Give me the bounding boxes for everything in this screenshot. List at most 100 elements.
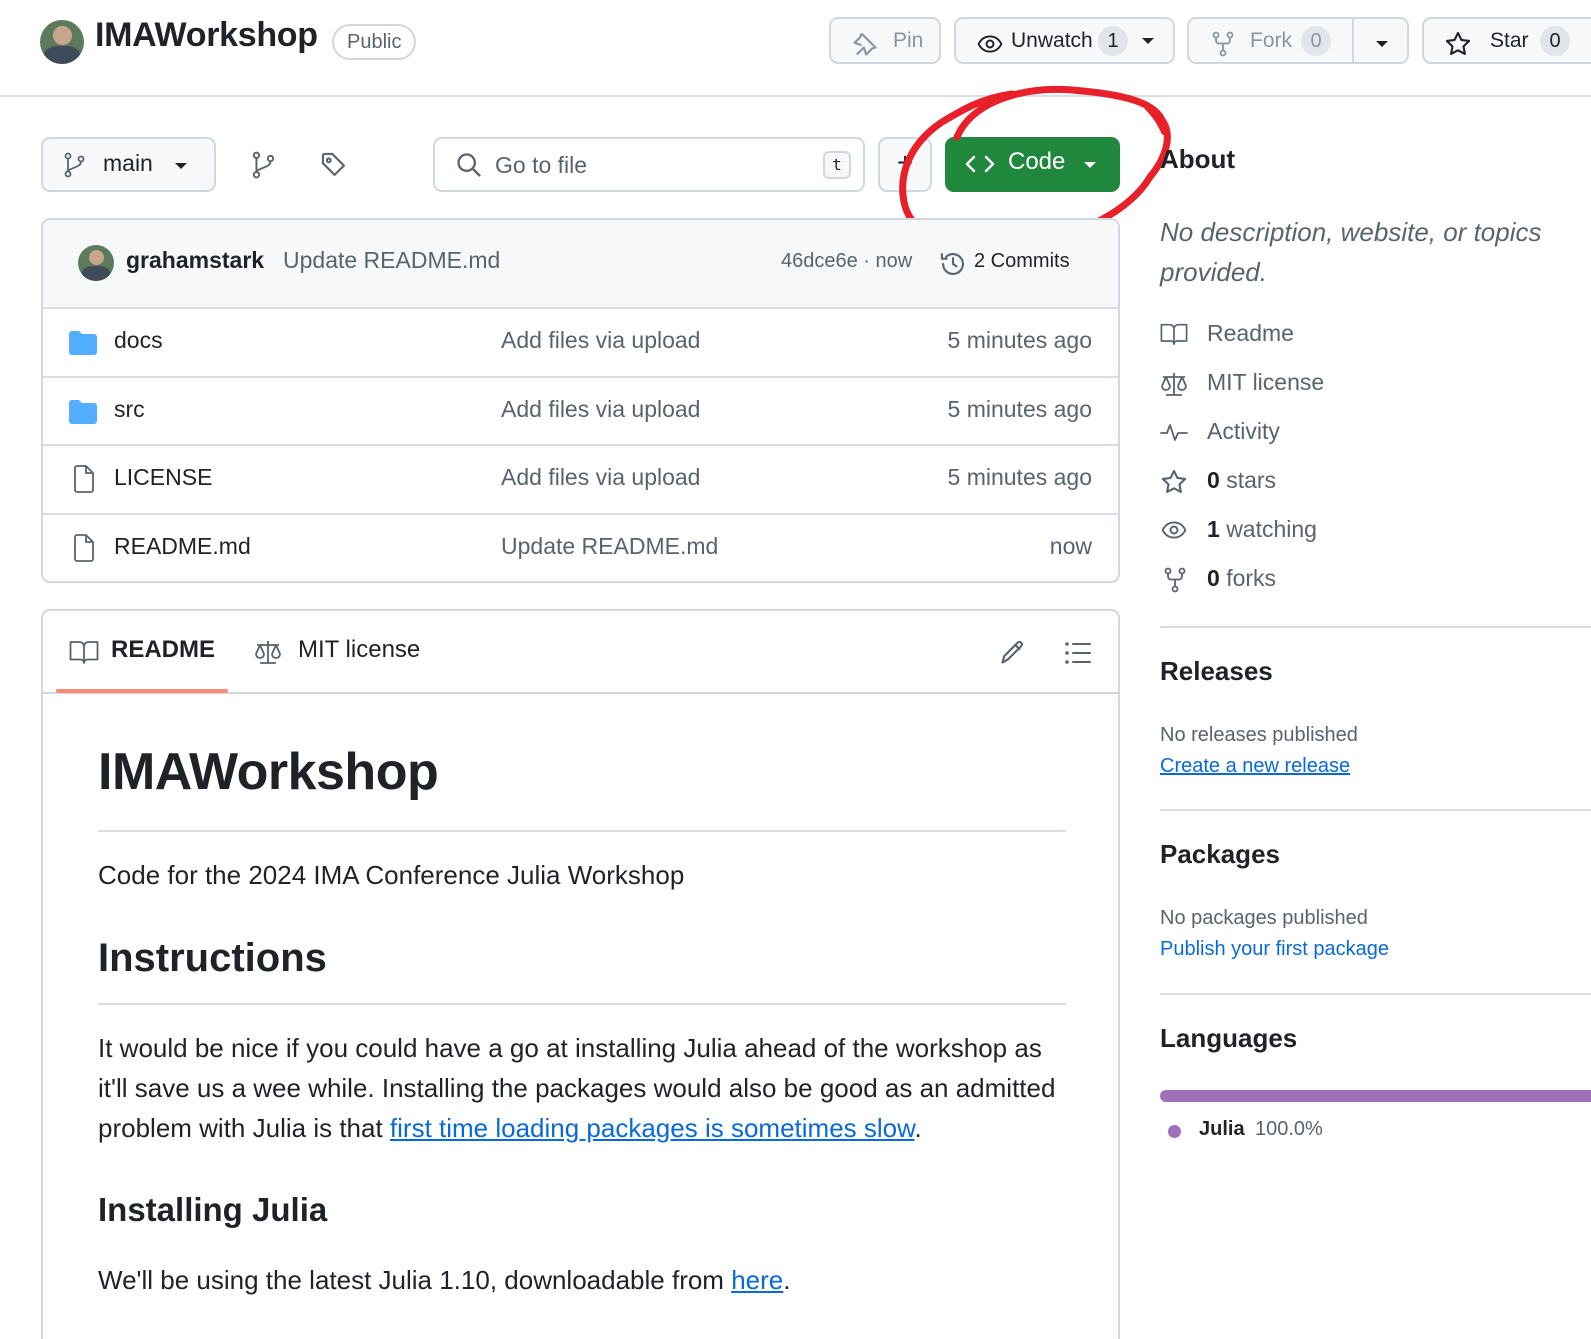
readme-tabs: README MIT license [43, 611, 1118, 694]
code-button[interactable]: Code [945, 137, 1120, 192]
outline-list-icon[interactable] [1064, 640, 1092, 666]
tab-license[interactable]: MIT license [298, 636, 420, 664]
watch-count: 1 [1098, 26, 1128, 56]
tag-icon[interactable] [320, 151, 348, 179]
language-percent: 100.0% [1255, 1118, 1323, 1140]
fork-label: Fork [1250, 29, 1292, 52]
chevron-down-icon [1084, 162, 1096, 168]
stars-count: 0 [1207, 467, 1220, 493]
file-commit-message[interactable]: Add files via upload [501, 327, 700, 354]
pin-button[interactable]: Pin [829, 17, 941, 64]
scale-icon [1161, 373, 1187, 396]
pin-icon [853, 32, 877, 56]
readme-panel: README MIT license IMAWorkshop Code for … [41, 609, 1120, 1339]
sidebar-activity-label: Activity [1207, 418, 1280, 444]
sidebar-readme-label: Readme [1207, 320, 1294, 346]
branches-icon[interactable] [251, 151, 277, 179]
install-end: . [783, 1265, 791, 1295]
commits-link[interactable]: 2 Commits [974, 250, 1070, 273]
forks-label: forks [1226, 565, 1277, 591]
forks-count: 0 [1207, 565, 1220, 591]
sidebar-watching-text: 1 watching [1207, 516, 1317, 543]
file-list: grahamstark Update README.md 46dce6e · n… [41, 218, 1120, 583]
chevron-down-icon [175, 163, 187, 169]
shortcut-key: t [823, 151, 851, 179]
about-description: No description, website, or topics provi… [1160, 217, 1542, 287]
fork-dropdown-button[interactable] [1352, 17, 1409, 64]
file-commit-message[interactable]: Add files via upload [501, 396, 700, 423]
star-label: Star [1490, 29, 1529, 52]
file-commit-message[interactable]: Update README.md [501, 533, 718, 560]
file-name[interactable]: src [114, 396, 145, 423]
commit-sha-time[interactable]: 46dce6e · now [781, 250, 912, 273]
readme-title: IMAWorkshop [98, 743, 439, 801]
folder-icon [69, 400, 97, 424]
file-name[interactable]: docs [114, 327, 163, 354]
visibility-badge: Public [332, 24, 417, 60]
latest-commit-bar: grahamstark Update README.md 46dce6e · n… [43, 220, 1118, 309]
publish-package-link[interactable]: Publish your first package [1160, 938, 1389, 961]
file-age: 5 minutes ago [947, 327, 1092, 353]
releases-empty: No releases published [1160, 724, 1358, 746]
sidebar-stars-text: 0 stars [1207, 467, 1276, 494]
file-age: 5 minutes ago [947, 464, 1092, 490]
watching-label: watching [1226, 516, 1317, 542]
tab-readme[interactable]: README [111, 636, 215, 664]
commit-author-avatar[interactable] [78, 245, 114, 281]
file-row-license[interactable]: LICENSE Add files via upload 5 minutes a… [43, 444, 1118, 512]
unwatch-button[interactable]: Unwatch 1 [954, 17, 1175, 64]
install-text: We'll be using the latest Julia 1.10, do… [98, 1265, 732, 1295]
commit-author[interactable]: grahamstark [126, 247, 264, 274]
pin-label: Pin [893, 29, 924, 52]
file-commit-message[interactable]: Add files via upload [501, 464, 700, 491]
about-heading: About [1160, 144, 1236, 174]
book-icon [69, 641, 99, 664]
code-icon [965, 155, 995, 173]
divider [1160, 809, 1591, 811]
repo-header: IMAWorkshop Public Pin Unwatch 1 Fork 0 … [0, 0, 1591, 97]
languages-heading: Languages [1160, 1023, 1298, 1053]
file-row-src[interactable]: src Add files via upload 5 minutes ago [43, 376, 1118, 444]
owner-avatar[interactable] [40, 20, 84, 64]
releases-heading[interactable]: Releases [1160, 656, 1273, 687]
go-to-file-input[interactable] [495, 148, 815, 182]
packages-heading[interactable]: Packages [1160, 839, 1280, 870]
pencil-icon[interactable] [999, 638, 1027, 666]
file-row-readme[interactable]: README.md Update README.md now [43, 513, 1118, 581]
install-paragraph: We'll be using the latest Julia 1.10, do… [98, 1260, 1066, 1300]
slow-loading-link[interactable]: first time loading packages is sometimes… [390, 1113, 915, 1143]
sidebar-forks-text: 0 forks [1207, 565, 1276, 592]
watching-count: 1 [1207, 516, 1220, 542]
file-age: now [1049, 533, 1092, 559]
file-icon [74, 465, 94, 493]
divider [1160, 993, 1591, 995]
stars-label: stars [1226, 467, 1277, 493]
branch-selector[interactable]: main [41, 137, 216, 192]
active-tab-indicator [56, 689, 228, 693]
eye-icon [977, 35, 1003, 53]
code-label: Code [1008, 148, 1066, 175]
history-icon [940, 253, 964, 275]
file-row-docs[interactable]: docs Add files via upload 5 minutes ago [43, 307, 1118, 375]
commit-message[interactable]: Update README.md [283, 247, 500, 274]
create-release-link[interactable]: Create a new release [1160, 755, 1350, 778]
divider [98, 1003, 1066, 1005]
language-color-dot [1168, 1125, 1181, 1138]
file-name[interactable]: LICENSE [114, 464, 212, 491]
language-name[interactable]: Julia [1199, 1118, 1245, 1141]
file-icon [74, 534, 94, 562]
readme-intro: Code for the 2024 IMA Conference Julia W… [98, 860, 685, 890]
file-name[interactable]: README.md [114, 533, 251, 560]
fork-count: 0 [1301, 26, 1331, 56]
go-to-file-search[interactable]: t [433, 137, 865, 192]
star-count: 0 [1540, 26, 1570, 56]
divider [98, 830, 1066, 832]
star-button[interactable]: Star 0 [1422, 17, 1591, 64]
chevron-down-icon [1376, 41, 1388, 47]
julia-download-link[interactable]: here [731, 1265, 783, 1295]
fork-button[interactable]: Fork 0 [1187, 17, 1354, 64]
repo-name[interactable]: IMAWorkshop [95, 16, 318, 55]
branch-name: main [103, 150, 153, 176]
add-file-button[interactable]: + [878, 137, 932, 192]
pulse-icon [1160, 424, 1188, 441]
